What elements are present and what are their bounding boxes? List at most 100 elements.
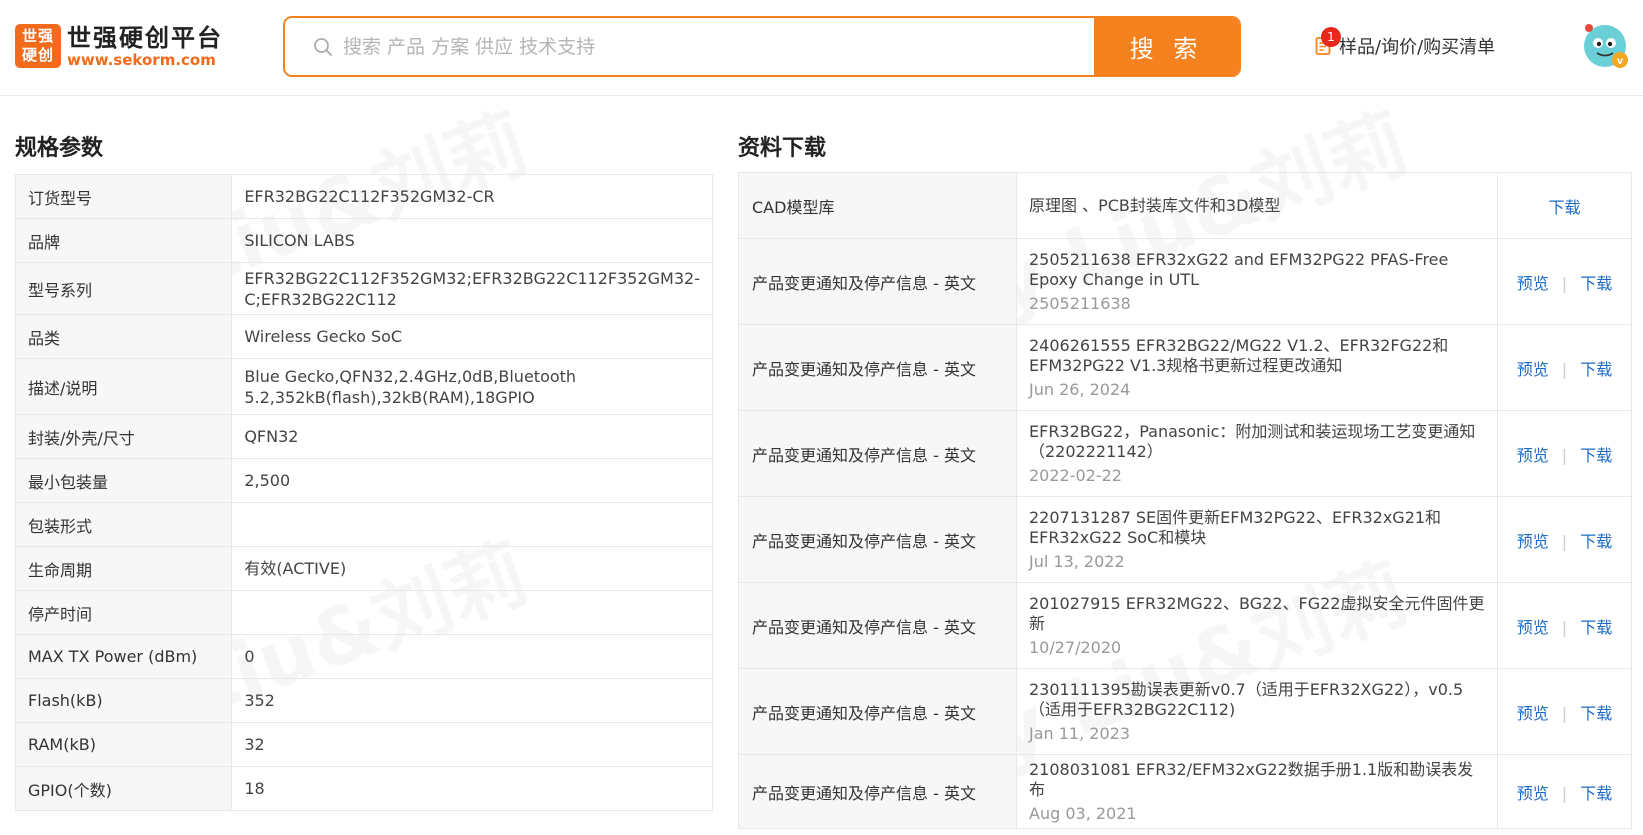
doc-row: 产品变更通知及停产信息 - 英文 2108031081 EFR32/EFM32xG… [738, 754, 1632, 829]
doc-row: 产品变更通知及停产信息 - 英文 201027915 EFR32MG22、BG22… [738, 582, 1632, 669]
docs-section-title: 资料下载 [738, 136, 827, 161]
doc-row: 产品变更通知及停产信息 - 英文 2301111395勘误表更新v0.7（适用于E… [738, 668, 1632, 755]
spec-row: 最小包装量 2,500 [14, 458, 713, 503]
doc-description: 2108031081 EFR32/EFM32xG22数据手册1.1版和勘误表发布… [1016, 754, 1498, 829]
cart-count-badge: 1 [1321, 27, 1341, 47]
doc-date: 10/27/2020 [1029, 637, 1122, 657]
search-button[interactable]: 搜 索 [1094, 18, 1239, 75]
spec-row: 品牌 SILICON LABS [14, 218, 713, 263]
doc-actions: 预览 | 下载 [1497, 582, 1632, 669]
doc-row: 产品变更通知及停产信息 - 英文 2505211638 EFR32xG22 and… [738, 238, 1632, 325]
spec-table: 订货型号 EFR32BG22C112F352GM32-CR 品牌 SILICON LA… [14, 174, 713, 811]
spec-key: 生命周期 [14, 546, 233, 591]
site-logo[interactable]: 世强 硬创 世强硬创平台 www.sekorm.com [15, 24, 223, 68]
spec-row: 封装/外壳/尺寸 QFN32 [14, 414, 713, 459]
spec-key: Flash(kB) [14, 678, 233, 723]
doc-date: Aug 03, 2021 [1029, 803, 1137, 823]
spec-value: 352 [231, 678, 713, 723]
download-link[interactable]: 下载 [1580, 360, 1612, 379]
avatar[interactable]: v [1580, 20, 1630, 70]
spec-row: 描述/说明 Blue Gecko,QFN32,2.4GHz,0dB,Bluetoo… [14, 358, 713, 415]
spec-row: 型号系列 EFR32BG22C112F352GM32;EFR32BG22C112F… [14, 262, 713, 315]
spec-row: 停产时间 [14, 590, 713, 635]
doc-date: Jun 26, 2024 [1029, 379, 1131, 399]
doc-actions: 下载 [1497, 172, 1632, 239]
download-link[interactable]: 下载 [1580, 532, 1612, 551]
action-separator: | [1561, 359, 1568, 379]
preview-link[interactable]: 预览 [1517, 618, 1549, 637]
preview-link[interactable]: 预览 [1517, 532, 1549, 551]
logo-mark-line2: 硬创 [21, 46, 54, 64]
spec-key: GPIO(个数) [14, 766, 233, 811]
action-separator: | [1561, 531, 1568, 551]
spec-key: 品牌 [14, 218, 233, 263]
cart-link[interactable]: 样品/询价/购买清单 [1315, 33, 1495, 59]
doc-title[interactable]: 2406261555 EFR32BG22/MG22 V1.2、EFR32FG22… [1029, 336, 1485, 376]
spec-key: 订货型号 [14, 174, 233, 219]
doc-category: 产品变更通知及停产信息 - 英文 [738, 582, 1017, 669]
spec-value: 32 [231, 722, 713, 767]
doc-description: 201027915 EFR32MG22、BG22、FG22虚拟安全元件固件更新 1… [1016, 582, 1498, 669]
spec-value: 18 [231, 766, 713, 811]
spec-section-title: 规格参数 [15, 136, 104, 161]
doc-category: 产品变更通知及停产信息 - 英文 [738, 754, 1017, 829]
doc-description: 2301111395勘误表更新v0.7（适用于EFR32XG22），v0.5（适… [1016, 668, 1498, 755]
spec-value: 2,500 [231, 458, 713, 503]
download-link[interactable]: 下载 [1580, 784, 1612, 803]
spec-row: GPIO(个数) 18 [14, 766, 713, 811]
doc-description: 2505211638 EFR32xG22 and EFM32PG22 PFAS-… [1016, 238, 1498, 325]
search-icon [314, 37, 332, 56]
download-link[interactable]: 下载 [1548, 198, 1580, 217]
spec-value: 有效(ACTIVE) [231, 546, 713, 591]
logo-mark: 世强 硬创 [15, 24, 61, 68]
spec-value: 0 [231, 634, 713, 679]
doc-title[interactable]: 原理图 、PCB封装库文件和3D模型 [1029, 196, 1485, 216]
preview-link[interactable]: 预览 [1517, 274, 1549, 293]
download-link[interactable]: 下载 [1580, 618, 1612, 637]
spec-value: SILICON LABS [231, 218, 713, 263]
doc-category: 产品变更通知及停产信息 - 英文 [738, 410, 1017, 497]
doc-actions: 预览 | 下载 [1497, 496, 1632, 583]
doc-title[interactable]: 2207131287 SE固件更新EFM32PG22、EFR32xG21和EFR… [1029, 508, 1485, 548]
download-link[interactable]: 下载 [1580, 446, 1612, 465]
action-separator: | [1561, 445, 1568, 465]
search-input[interactable] [343, 35, 1094, 58]
download-link[interactable]: 下载 [1580, 274, 1612, 293]
logo-name: 世强硬创平台 [67, 24, 223, 52]
spec-row: 包装形式 [14, 502, 713, 547]
preview-link[interactable]: 预览 [1517, 446, 1549, 465]
spec-value: EFR32BG22C112F352GM32-CR [231, 174, 713, 219]
download-link[interactable]: 下载 [1580, 704, 1612, 723]
preview-link[interactable]: 预览 [1517, 360, 1549, 379]
preview-link[interactable]: 预览 [1517, 704, 1549, 723]
doc-date: 2022-02-22 [1029, 465, 1122, 485]
doc-category: 产品变更通知及停产信息 - 英文 [738, 668, 1017, 755]
spec-key: 停产时间 [14, 590, 233, 635]
logo-url: www.sekorm.com [67, 51, 216, 69]
doc-category: 产品变更通知及停产信息 - 英文 [738, 238, 1017, 325]
action-separator: | [1561, 783, 1568, 803]
logo-text: 世强硬创平台 www.sekorm.com [67, 24, 223, 68]
spec-row: 生命周期 有效(ACTIVE) [14, 546, 713, 591]
spec-key: 包装形式 [14, 502, 233, 547]
spec-key: MAX TX Power (dBm) [14, 634, 233, 679]
doc-date: Jan 11, 2023 [1029, 723, 1130, 743]
doc-title[interactable]: 2108031081 EFR32/EFM32xG22数据手册1.1版和勘误表发布 [1029, 760, 1485, 800]
cart-label: 样品/询价/购买清单 [1339, 37, 1496, 58]
search-bar: 搜 索 [283, 16, 1241, 77]
spec-value: EFR32BG22C112F352GM32;EFR32BG22C112F352G… [231, 262, 713, 315]
doc-actions: 预览 | 下载 [1497, 324, 1632, 411]
spec-row: Flash(kB) 352 [14, 678, 713, 723]
doc-actions: 预览 | 下载 [1497, 238, 1632, 325]
doc-title[interactable]: 2505211638 EFR32xG22 and EFM32PG22 PFAS-… [1029, 250, 1485, 290]
doc-title[interactable]: 201027915 EFR32MG22、BG22、FG22虚拟安全元件固件更新 [1029, 594, 1485, 634]
action-separator: | [1561, 617, 1568, 637]
preview-link[interactable]: 预览 [1517, 784, 1549, 803]
spec-key: 封装/外壳/尺寸 [14, 414, 233, 459]
spec-key: 品类 [14, 314, 233, 359]
doc-title[interactable]: EFR32BG22，Panasonic：附加测试和装运现场工艺变更通知（2202… [1029, 422, 1485, 462]
doc-row: CAD模型库 原理图 、PCB封装库文件和3D模型 下载 [738, 172, 1632, 239]
doc-title[interactable]: 2301111395勘误表更新v0.7（适用于EFR32XG22），v0.5（适… [1029, 680, 1485, 720]
spec-value [231, 502, 713, 547]
doc-category: 产品变更通知及停产信息 - 英文 [738, 324, 1017, 411]
